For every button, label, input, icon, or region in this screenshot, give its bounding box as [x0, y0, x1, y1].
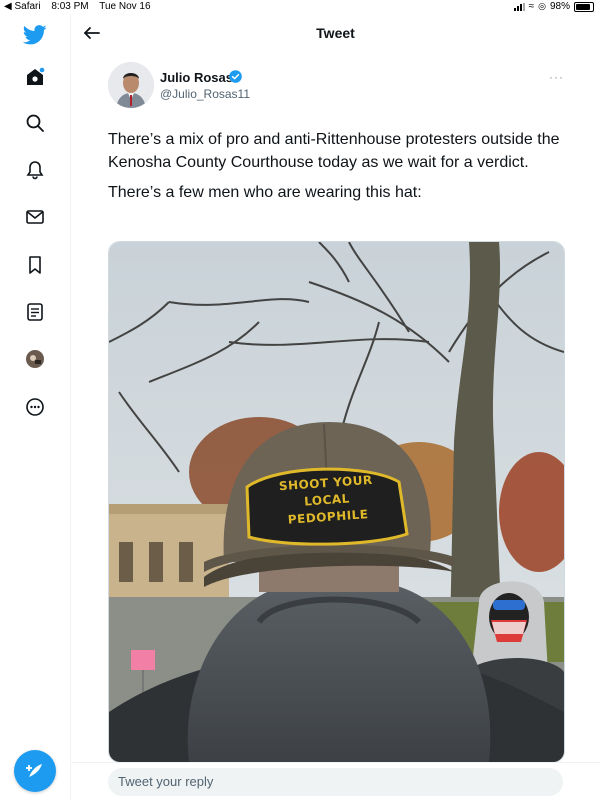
mail-icon[interactable] [22, 204, 48, 230]
compose-button[interactable] [14, 750, 56, 792]
search-icon[interactable] [22, 110, 48, 136]
list-icon[interactable] [22, 299, 48, 325]
more-dots-icon[interactable]: ··· [549, 70, 567, 84]
page-title: Tweet [316, 25, 355, 41]
compose-icon [26, 764, 42, 777]
tweet-header: Tweet [71, 14, 600, 52]
reply-input[interactable]: Tweet your reply [108, 768, 563, 796]
location-icon: ◎ [538, 1, 546, 11]
author-name[interactable]: Julio Rosas [160, 70, 233, 85]
back-to-safari[interactable]: ◀ Safari [4, 1, 41, 12]
status-time: 8:03 PM [51, 1, 89, 12]
signal-icon [513, 2, 525, 11]
twitter-logo-icon[interactable] [22, 22, 48, 48]
profile-avatar-icon[interactable] [22, 346, 48, 372]
sidebar-nav [0, 14, 71, 800]
tweet-photo[interactable]: SHOOT YOUR LOCAL PEDOPHILE [108, 241, 565, 763]
tweet-paragraph: There’s a few men who are wearing this h… [108, 184, 422, 201]
battery-percent: 98% [549, 1, 570, 12]
bell-icon[interactable] [22, 157, 48, 183]
more-circle-icon[interactable] [22, 394, 48, 420]
bookmark-icon[interactable] [22, 252, 48, 278]
reply-bar: Tweet your reply [71, 762, 600, 801]
verified-icon [229, 70, 242, 83]
tweet-text: There’s a mix of pro and anti-Rittenhous… [108, 128, 568, 211]
author-avatar[interactable] [108, 62, 154, 108]
battery-icon [574, 1, 594, 12]
status-bar: ◀ Safari 8:03 PM Tue Nov 16 ≈ ◎ 98% [0, 0, 600, 14]
tweet-paragraph: There’s a mix of pro and anti-Rittenhous… [108, 131, 560, 171]
home-icon[interactable] [22, 64, 48, 90]
wifi-icon: ≈ [528, 1, 535, 12]
author-handle[interactable]: @Julio_Rosas11 [160, 87, 250, 101]
status-date: Tue Nov 16 [99, 1, 151, 12]
